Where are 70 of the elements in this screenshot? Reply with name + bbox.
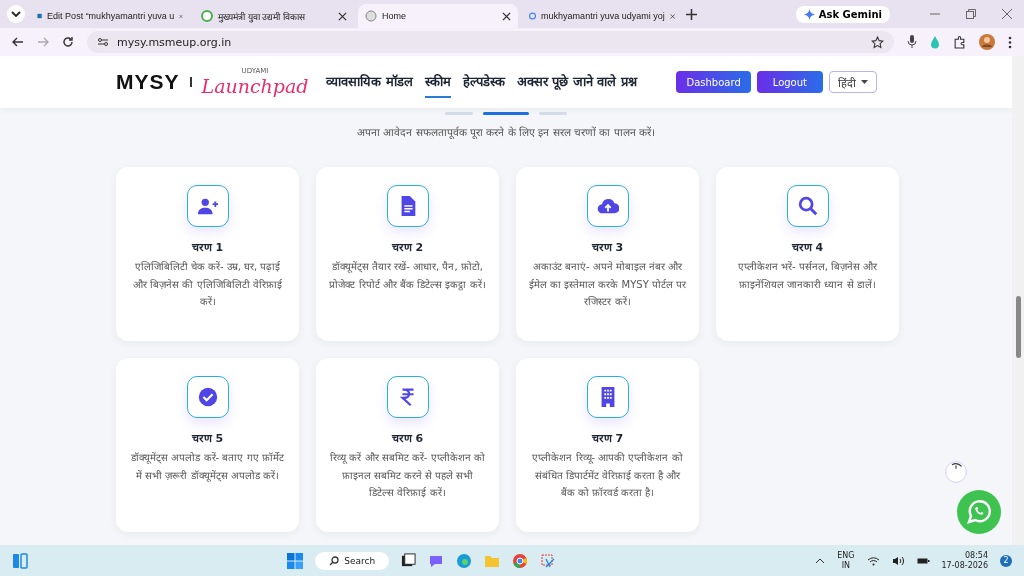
- step-description: एलिजिबिलिटी चेक करें- उम्र, घर, पढ़ाई और बिज़नेस की एलिजिबिलिटी वेरिफ़ाई करें।: [132, 260, 283, 309]
- date-text[interactable]: 17-08-2026: [941, 560, 988, 571]
- back-icon[interactable]: [12, 36, 24, 48]
- launchpad-logo[interactable]: Launchpad: [201, 74, 309, 97]
- site-icon: [201, 10, 213, 22]
- microphone-icon[interactable]: [907, 35, 917, 49]
- start-icon[interactable]: [287, 552, 304, 569]
- scroll-to-top-icon[interactable]: [944, 460, 968, 484]
- wifi-icon[interactable]: [866, 555, 880, 566]
- close-icon[interactable]: [502, 11, 511, 21]
- search-icon: [796, 195, 819, 217]
- site-settings-icon[interactable]: [97, 36, 109, 48]
- step-title: चरण 3: [591, 240, 624, 254]
- chevron-up-icon[interactable]: [815, 557, 826, 564]
- site-logo[interactable]: MYSY: [116, 70, 180, 94]
- search-label: Search: [344, 555, 376, 566]
- close-icon[interactable]: [338, 11, 347, 21]
- menu-icon[interactable]: [1008, 35, 1012, 49]
- reload-icon[interactable]: [62, 36, 74, 48]
- restore-icon[interactable]: [966, 9, 976, 19]
- step-description: अकाउंट बनाएं- अपने मोबाइल नंबर और ईमेल का इस्तेमाल करके MYSY पोर्टल पर रजिस्टर करें।: [528, 260, 687, 309]
- search-icon: [329, 555, 340, 566]
- nav-link[interactable]: स्कीम: [424, 66, 451, 98]
- address-bar[interactable]: mysy.msmeup.org.in: [87, 31, 894, 53]
- profile-avatar-icon[interactable]: [979, 34, 995, 50]
- url-text: mysy.msmeup.org.in: [117, 35, 232, 49]
- sparkle-icon: [803, 8, 815, 20]
- dashboard-button[interactable]: Dashboard: [676, 71, 751, 93]
- browser-tab[interactable]: मुख्यमंत्री युवा उद्यमी विकास: [194, 4, 354, 28]
- tab-list-icon[interactable]: [6, 4, 26, 24]
- site-icon: [365, 10, 377, 22]
- task-view-icon[interactable]: [401, 553, 417, 568]
- step-title: चरण 7: [591, 431, 624, 445]
- browser-tab[interactable]: Edit Post “mukhyamantri yuva u: [30, 4, 190, 28]
- site-icon: [529, 10, 537, 22]
- browser-tab[interactable]: mukhyamantri yuva udyami yoj: [522, 4, 682, 28]
- step-title: चरण 1: [191, 240, 224, 254]
- widgets-icon[interactable]: [12, 552, 28, 569]
- step-description: एप्लीकेशन भरें- पर्सनल, बिज़नेस और फ़ाइनेंशियल जानकारी ध्यान से डालें।: [736, 260, 879, 292]
- whatsapp-icon[interactable]: [957, 490, 1001, 534]
- bookmark-star-icon[interactable]: [871, 35, 884, 49]
- time-text[interactable]: 08:54: [964, 550, 988, 561]
- step-description: एप्लीकेशन रिव्यू- आपकी एप्लीकेशन को संबंधित डिपार्टमेंट वेरिफ़ाई करता है और बैंक को फ़ॉरवर्ड करता है।: [531, 451, 684, 500]
- chrome-icon[interactable]: [512, 552, 529, 569]
- step-title: चरण 2: [391, 240, 424, 254]
- step-title: चरण 4: [791, 240, 824, 254]
- step-description: डॉक्यूमेंट्स अपलोड करें- बताए गए फ़ॉर्मेट में सभी ज़रूरी डॉक्यूमेंट्स अपलोड करें।: [130, 451, 285, 484]
- language-text[interactable]: ENG: [837, 550, 855, 561]
- language-dropdown[interactable]: हिंदी: [829, 71, 877, 93]
- step-description: डॉक्यूमेंट्स तैयार रखें- आधार, पैन, फ़ोटो, प्रोजेक्ट रिपोर्ट और बैंक डिटेल्स इकट्ठा करें।: [328, 260, 487, 293]
- check-icon: [196, 386, 219, 408]
- taskbar-search[interactable]: Search: [315, 551, 390, 570]
- scrollbar[interactable]: [1012, 56, 1024, 545]
- instructions-text: अपना आवेदन सफलतापूर्वक पूरा करने के लिए इन सरल चरणों का पालन करें।: [355, 125, 657, 139]
- browser-tab[interactable]: Home: [358, 4, 518, 28]
- puzzle-icon[interactable]: [953, 35, 966, 49]
- step-description: रिव्यू करें और सबमिट करें- एप्लीकेशन को फ़ाइनल सबमिट करने से पहले सभी डिटेल्स वेरिफ़ाई करें।: [329, 451, 486, 500]
- nav-link[interactable]: व्यावसायिक मॉडल: [326, 66, 413, 98]
- caret-icon: [861, 80, 868, 84]
- snipping-tool-icon[interactable]: [540, 552, 557, 569]
- nav-link[interactable]: अक्सर पूछे जाने वाले प्रश्न: [516, 66, 637, 98]
- volume-icon[interactable]: [891, 555, 905, 566]
- step-title: चरण 6: [391, 431, 424, 445]
- notification-badge[interactable]: 2: [1000, 554, 1012, 567]
- logout-button[interactable]: Logout: [756, 71, 823, 93]
- ask-gemini-button[interactable]: Ask Gemini: [795, 5, 890, 23]
- new-tab-icon[interactable]: [686, 8, 697, 20]
- region-text[interactable]: IN: [841, 560, 851, 571]
- step-title: चरण 5: [191, 431, 224, 445]
- nav-link[interactable]: हेल्पडेस्क: [462, 66, 505, 98]
